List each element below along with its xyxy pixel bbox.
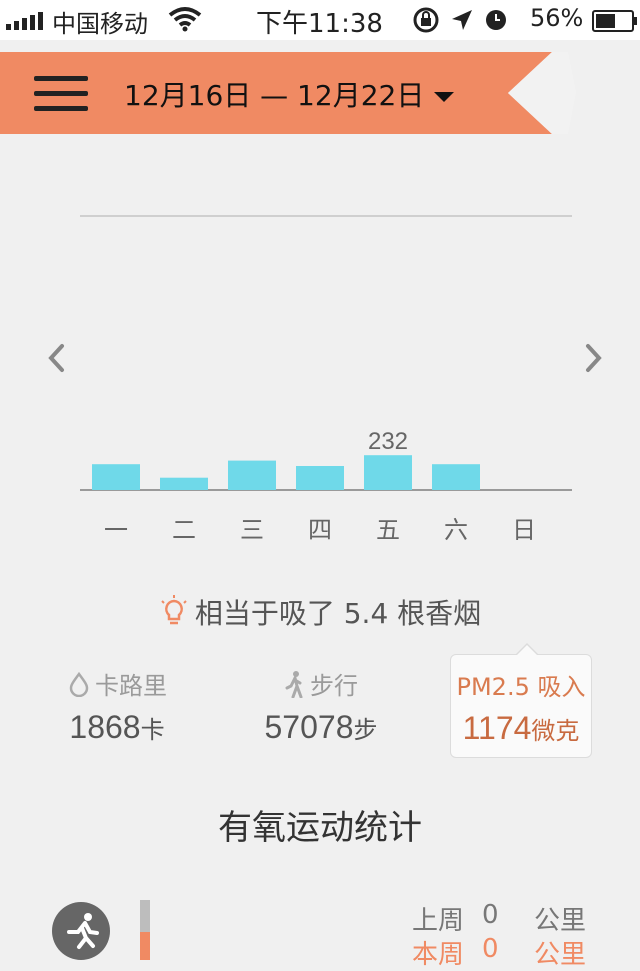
next-week-button[interactable] — [578, 340, 608, 376]
chart-bar[interactable] — [160, 477, 208, 490]
wifi-icon — [168, 6, 202, 38]
drop-icon — [69, 671, 89, 697]
day-labels: 一二三四五六日 — [80, 510, 572, 550]
signal-icon — [6, 10, 43, 30]
prev-week-button[interactable] — [42, 340, 72, 376]
status-icons — [412, 6, 508, 34]
aerobic-section-title: 有氧运动统计 — [218, 808, 422, 848]
day-label: 日 — [512, 516, 536, 544]
calories-label: 卡路里 — [95, 672, 167, 700]
chart-value-label: 232 — [368, 428, 408, 455]
last-week-label: 上周 — [412, 906, 465, 936]
date-range-selector[interactable]: 12月16日 — 12月22日 — [124, 74, 455, 114]
day-label: 三 — [240, 516, 264, 544]
last-week-value: 0 — [482, 900, 499, 930]
calories-stat[interactable]: 卡路里 1868卡 — [32, 666, 202, 746]
date-range-label: 12月16日 — 12月22日 — [124, 79, 425, 112]
rotation-lock-icon — [413, 7, 439, 33]
menu-button[interactable] — [34, 72, 88, 114]
pm25-label: PM2.5 吸入 — [456, 673, 586, 701]
calories-value: 1868 — [69, 709, 141, 745]
steps-value: 57078 — [264, 709, 354, 745]
alarm-icon — [486, 10, 506, 30]
chevron-left-icon — [48, 344, 64, 372]
status-bar: 中国移动 下午11:38 56% — [0, 0, 640, 40]
calories-unit: 卡 — [140, 717, 165, 744]
day-label: 六 — [444, 516, 468, 544]
chart-bar[interactable] — [228, 460, 276, 490]
location-icon — [452, 10, 472, 30]
steps-stat[interactable]: 步行 57078步 — [236, 666, 406, 746]
battery-percent: 56% — [530, 4, 584, 32]
clock: 下午11:38 — [256, 9, 383, 39]
day-label: 二 — [172, 516, 196, 544]
day-label: 五 — [376, 516, 400, 544]
header: 12月16日 — 12月22日 — [0, 52, 640, 134]
steps-label: 步行 — [310, 672, 358, 700]
chart-top-line — [80, 215, 572, 217]
chart-bar[interactable] — [92, 464, 140, 490]
carrier-name: 中国移动 — [52, 10, 148, 38]
last-week-unit: 公里 — [534, 906, 587, 936]
day-label: 一 — [104, 516, 128, 544]
running-icon[interactable] — [52, 902, 110, 960]
this-week-label: 本周 — [412, 940, 465, 970]
steps-unit: 步 — [353, 717, 378, 744]
chart-bar[interactable] — [364, 455, 412, 490]
chart-bar[interactable] — [296, 466, 344, 490]
lightbulb-icon — [159, 594, 189, 636]
pm25-stat[interactable]: PM2.5 吸入 1174微克 — [450, 643, 592, 758]
pm25-value: 1174 — [462, 710, 532, 746]
chart-bar[interactable] — [432, 464, 480, 490]
chevron-right-icon — [586, 344, 602, 372]
day-label: 四 — [308, 516, 332, 544]
cigarette-tip: 相当于吸了 5.4 根香烟 — [0, 592, 640, 636]
pm25-unit: 微克 — [531, 718, 580, 745]
battery-icon — [592, 10, 637, 32]
this-week-unit: 公里 — [534, 940, 587, 970]
walking-icon — [285, 670, 303, 698]
dropdown-caret-icon — [434, 92, 455, 102]
tip-text: 相当于吸了 5.4 根香烟 — [194, 597, 482, 630]
weekly-distance-bar — [140, 900, 150, 960]
